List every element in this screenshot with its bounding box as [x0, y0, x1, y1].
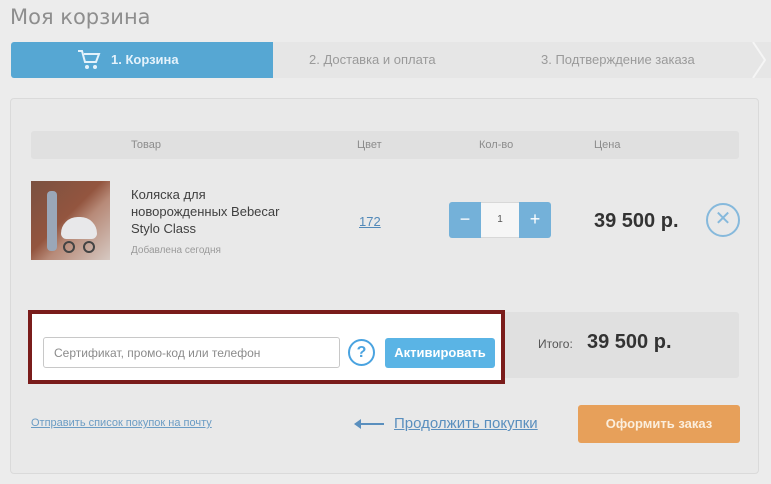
total-value: 39 500 р.	[587, 331, 672, 353]
remove-item-button[interactable]: ✕	[706, 203, 740, 237]
image-wheel	[63, 241, 75, 253]
help-icon[interactable]: ?	[348, 339, 375, 366]
quantity-input[interactable]: 1	[481, 202, 519, 238]
step-separator	[752, 42, 767, 78]
step-cart[interactable]: 1. Корзина	[11, 42, 287, 78]
step-delivery-label: 2. Доставка и оплата	[309, 52, 436, 67]
header-price: Цена	[594, 139, 621, 151]
step-cart-label: 1. Корзина	[111, 52, 179, 67]
send-list-link[interactable]: Отправить список покупок на почту	[31, 417, 212, 429]
close-icon: ✕	[714, 208, 732, 230]
page-title: Моя корзина	[10, 5, 151, 29]
cart-icon	[78, 50, 101, 69]
product-color-link[interactable]: 172	[359, 214, 381, 229]
header-product: Товар	[131, 139, 161, 151]
continue-shopping-link[interactable]: Продолжить покупки	[354, 415, 538, 432]
promo-code-input[interactable]	[43, 337, 340, 368]
item-price: 39 500 р.	[594, 210, 679, 232]
total-box: Итого: 39 500 р.	[498, 312, 739, 378]
product-image[interactable]	[31, 181, 110, 260]
header-color: Цвет	[357, 139, 382, 151]
quantity-plus-button[interactable]: +	[519, 202, 551, 238]
checkout-button[interactable]: Оформить заказ	[578, 405, 740, 443]
table-header: Товар Цвет Кол-во Цена	[31, 131, 739, 159]
arrow-left-icon	[354, 419, 384, 430]
product-name-link[interactable]: Коляска для новорожденных Bebecar Stylo …	[131, 186, 291, 237]
continue-shopping-label: Продолжить покупки	[394, 415, 538, 432]
activate-button[interactable]: Активировать	[385, 338, 495, 368]
quantity-minus-button[interactable]: −	[449, 202, 481, 238]
promo-highlight-frame: ? Активировать	[28, 310, 505, 384]
quantity-stepper: − 1 +	[449, 202, 551, 238]
step-delivery[interactable]: 2. Доставка и оплата	[273, 42, 513, 78]
image-stroller	[61, 217, 97, 239]
header-qty: Кол-во	[479, 139, 514, 151]
step-confirmation-label: 3. Подтверждение заказа	[541, 52, 695, 67]
image-wheel	[83, 241, 95, 253]
cart-card: Товар Цвет Кол-во Цена Коляска для новор…	[10, 98, 759, 474]
step-confirmation[interactable]: 3. Подтверждение заказа	[513, 42, 771, 78]
product-added-date: Добавлена сегодня	[131, 245, 221, 256]
total-label: Итого:	[538, 337, 573, 351]
checkout-steps: 1. Корзина 2. Доставка и оплата 3. Подтв…	[11, 42, 771, 78]
image-figure	[47, 191, 57, 251]
